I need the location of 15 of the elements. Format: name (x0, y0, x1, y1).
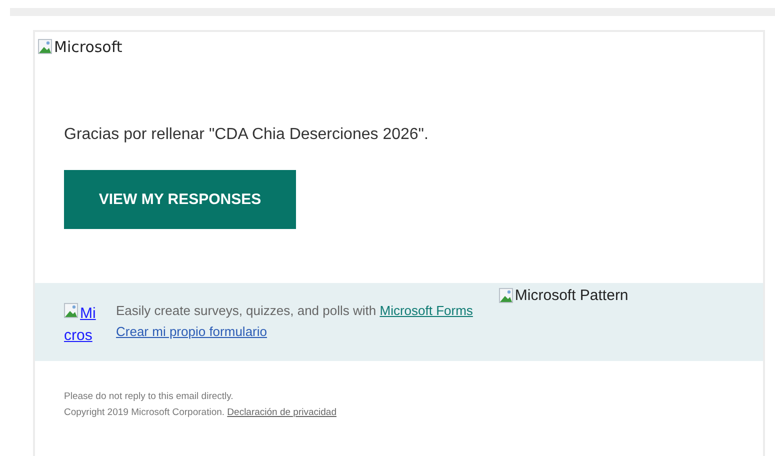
broken-image-icon (64, 303, 80, 319)
logo-alt-link[interactable]: cros (64, 325, 92, 347)
view-responses-button[interactable]: VIEW MY RESPONSES (64, 170, 296, 229)
thank-you-message: Gracias por rellenar "CDA Chia Deserciones 2026". (64, 126, 430, 144)
logo-alt-text: Microsoft (54, 38, 122, 56)
privacy-link[interactable]: Declaración de privacidad (227, 407, 336, 418)
copyright-text: Copyright 2019 Microsoft Corporation. Declaración de privacidad (64, 407, 336, 418)
pattern-alt-text: Microsoft Pattern (514, 287, 628, 304)
broken-image-icon (498, 288, 515, 304)
promo-text: Easily create surveys, quizzes, and polls with Microsoft Forms (116, 303, 473, 318)
broken-image-icon (38, 39, 54, 55)
logo-alt-link[interactable]: Mi (80, 303, 96, 325)
forms-link[interactable]: Microsoft Forms (380, 303, 473, 318)
no-reply-notice: Please do not reply to this email directly. (64, 391, 234, 402)
create-form-link[interactable]: Crear mi propio formulario (116, 324, 267, 339)
